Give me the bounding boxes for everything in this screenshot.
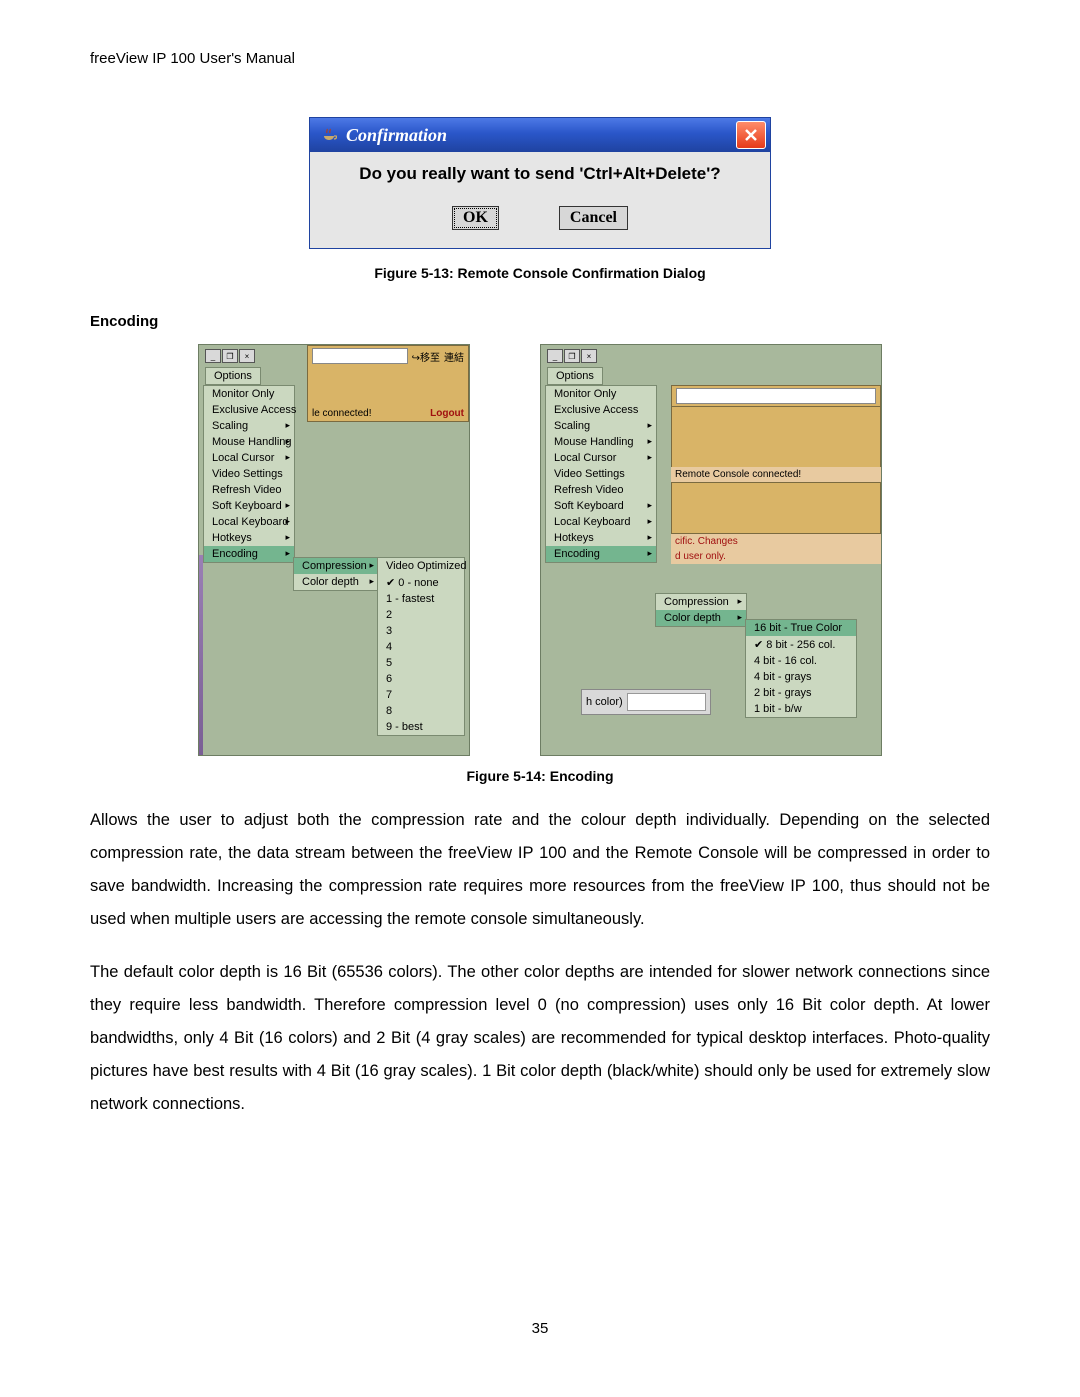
menu-local-keyboard[interactable]: Local Keyboard bbox=[546, 514, 656, 530]
close-icon[interactable] bbox=[736, 121, 766, 149]
menu-exclusive-access[interactable]: Exclusive Access bbox=[546, 402, 656, 418]
comp-5[interactable]: 5 bbox=[378, 655, 464, 671]
figure-5-14-caption: Figure 5-14: Encoding bbox=[90, 768, 990, 784]
notice-line2: d user only. bbox=[671, 549, 881, 564]
encoding-submenu: Compression Color depth bbox=[293, 557, 379, 591]
options-menu: Monitor Only Exclusive Access Scaling Mo… bbox=[545, 385, 657, 563]
nav-label: 連結 bbox=[444, 349, 464, 364]
min-icon: _ bbox=[205, 349, 221, 363]
menu-encoding[interactable]: Encoding bbox=[546, 546, 656, 562]
menu-compression[interactable]: Compression bbox=[656, 594, 746, 610]
remote-console-connected: Remote Console connected! bbox=[671, 467, 881, 482]
h-color-label: h color) bbox=[586, 696, 623, 708]
comp-7[interactable]: 7 bbox=[378, 687, 464, 703]
notice-line1: cific. Changes bbox=[671, 534, 881, 549]
encoding-shot-left: _ ❐ × _ ❐ × Options Monitor Only Exclusi… bbox=[198, 344, 470, 756]
background-panel-left: ↪移至 連結 le connected! Logout bbox=[307, 345, 469, 422]
menu-hotkeys[interactable]: Hotkeys bbox=[546, 530, 656, 546]
menu-mouse-handling[interactable]: Mouse Handling bbox=[546, 434, 656, 450]
paragraph-2: The default color depth is 16 Bit (65536… bbox=[90, 956, 990, 1121]
paragraph-1: Allows the user to adjust both the compr… bbox=[90, 804, 990, 936]
menu-local-cursor[interactable]: Local Cursor bbox=[546, 450, 656, 466]
menu-color-depth[interactable]: Color depth bbox=[656, 610, 746, 626]
page-number: 35 bbox=[0, 1320, 1080, 1337]
depth-8-label: 8 bit - 256 col. bbox=[766, 639, 835, 651]
menu-video-settings[interactable]: Video Settings bbox=[204, 466, 294, 482]
menu-monitor-only[interactable]: Monitor Only bbox=[546, 386, 656, 402]
close-icon: × bbox=[581, 349, 597, 363]
menu-soft-keyboard[interactable]: Soft Keyboard bbox=[204, 498, 294, 514]
menu-compression[interactable]: Compression bbox=[294, 558, 378, 574]
figure-5-14: _ ❐ × _ ❐ × Options Monitor Only Exclusi… bbox=[90, 344, 990, 756]
menu-encoding[interactable]: Encoding bbox=[204, 546, 294, 562]
options-button[interactable]: Options bbox=[547, 367, 603, 385]
comp-0[interactable]: ✔ 0 - none bbox=[378, 574, 464, 591]
figure-5-13-caption: Figure 5-13: Remote Console Confirmation… bbox=[374, 265, 705, 281]
depth-16[interactable]: 16 bit - True Color bbox=[746, 620, 856, 636]
menu-scaling[interactable]: Scaling bbox=[204, 418, 294, 434]
menu-exclusive-access[interactable]: Exclusive Access bbox=[204, 402, 294, 418]
menu-scaling[interactable]: Scaling bbox=[546, 418, 656, 434]
logout-link[interactable]: Logout bbox=[430, 408, 464, 419]
page-header: freeView IP 100 User's Manual bbox=[90, 50, 990, 67]
confirmation-dialog: Confirmation Do you really want to send … bbox=[309, 117, 771, 249]
depth-2g[interactable]: 2 bit - grays bbox=[746, 685, 856, 701]
comp-2[interactable]: 2 bbox=[378, 607, 464, 623]
comp-3[interactable]: 3 bbox=[378, 623, 464, 639]
depth-1[interactable]: 1 bit - b/w bbox=[746, 701, 856, 717]
restore-icon: ❐ bbox=[564, 349, 580, 363]
moveto-text: 移至 bbox=[420, 353, 440, 364]
depth-8[interactable]: ✔ 8 bit - 256 col. bbox=[746, 636, 856, 653]
comp-0-label: 0 - none bbox=[398, 577, 438, 589]
menu-monitor-only[interactable]: Monitor Only bbox=[204, 386, 294, 402]
depth-4[interactable]: 4 bit - 16 col. bbox=[746, 653, 856, 669]
menu-local-cursor[interactable]: Local Cursor bbox=[204, 450, 294, 466]
dropdown[interactable] bbox=[312, 348, 408, 364]
depth-4g[interactable]: 4 bit - grays bbox=[746, 669, 856, 685]
dropdown[interactable] bbox=[676, 388, 876, 404]
comp-4[interactable]: 4 bbox=[378, 639, 464, 655]
encoding-shot-right: _ ❐ × Options Remote Console connected! … bbox=[540, 344, 882, 756]
comp-video-optimized[interactable]: Video Optimized bbox=[378, 558, 464, 574]
ok-button[interactable]: OK bbox=[452, 206, 499, 230]
connected-text: le connected! bbox=[312, 408, 372, 419]
dialog-titlebar: Confirmation bbox=[310, 118, 770, 152]
dialog-question: Do you really want to send 'Ctrl+Alt+Del… bbox=[320, 164, 760, 184]
comp-6[interactable]: 6 bbox=[378, 671, 464, 687]
menu-local-keyboard[interactable]: Local Keyboard bbox=[204, 514, 294, 530]
min-icon: _ bbox=[547, 349, 563, 363]
menu-mouse-handling[interactable]: Mouse Handling bbox=[204, 434, 294, 450]
restore-icon: ❐ bbox=[222, 349, 238, 363]
menu-refresh-video[interactable]: Refresh Video bbox=[546, 482, 656, 498]
comp-1[interactable]: 1 - fastest bbox=[378, 591, 464, 607]
java-cup-icon bbox=[320, 126, 338, 144]
moveto-label: ↪移至 bbox=[412, 349, 440, 364]
compression-submenu: Video Optimized ✔ 0 - none 1 - fastest 2… bbox=[377, 557, 465, 736]
menu-soft-keyboard[interactable]: Soft Keyboard bbox=[546, 498, 656, 514]
comp-8[interactable]: 8 bbox=[378, 703, 464, 719]
close-icon: × bbox=[239, 349, 255, 363]
h-color-strip: h color) bbox=[581, 689, 711, 715]
menu-color-depth[interactable]: Color depth bbox=[294, 574, 378, 590]
scrollbar-fragment bbox=[199, 555, 203, 755]
color-depth-label: Color depth bbox=[302, 576, 359, 588]
color-depth-submenu: 16 bit - True Color ✔ 8 bit - 256 col. 4… bbox=[745, 619, 857, 718]
menu-hotkeys[interactable]: Hotkeys bbox=[204, 530, 294, 546]
menu-refresh-video[interactable]: Refresh Video bbox=[204, 482, 294, 498]
cancel-button[interactable]: Cancel bbox=[559, 206, 628, 230]
menu-video-settings[interactable]: Video Settings bbox=[546, 466, 656, 482]
options-button[interactable]: Options bbox=[205, 367, 261, 385]
encoding-heading: Encoding bbox=[90, 313, 990, 330]
dialog-title: Confirmation bbox=[346, 125, 736, 146]
h-color-select[interactable] bbox=[627, 693, 706, 711]
encoding-submenu: Compression Color depth bbox=[655, 593, 747, 627]
comp-9[interactable]: 9 - best bbox=[378, 719, 464, 735]
options-menu: Monitor Only Exclusive Access Scaling Mo… bbox=[203, 385, 295, 563]
